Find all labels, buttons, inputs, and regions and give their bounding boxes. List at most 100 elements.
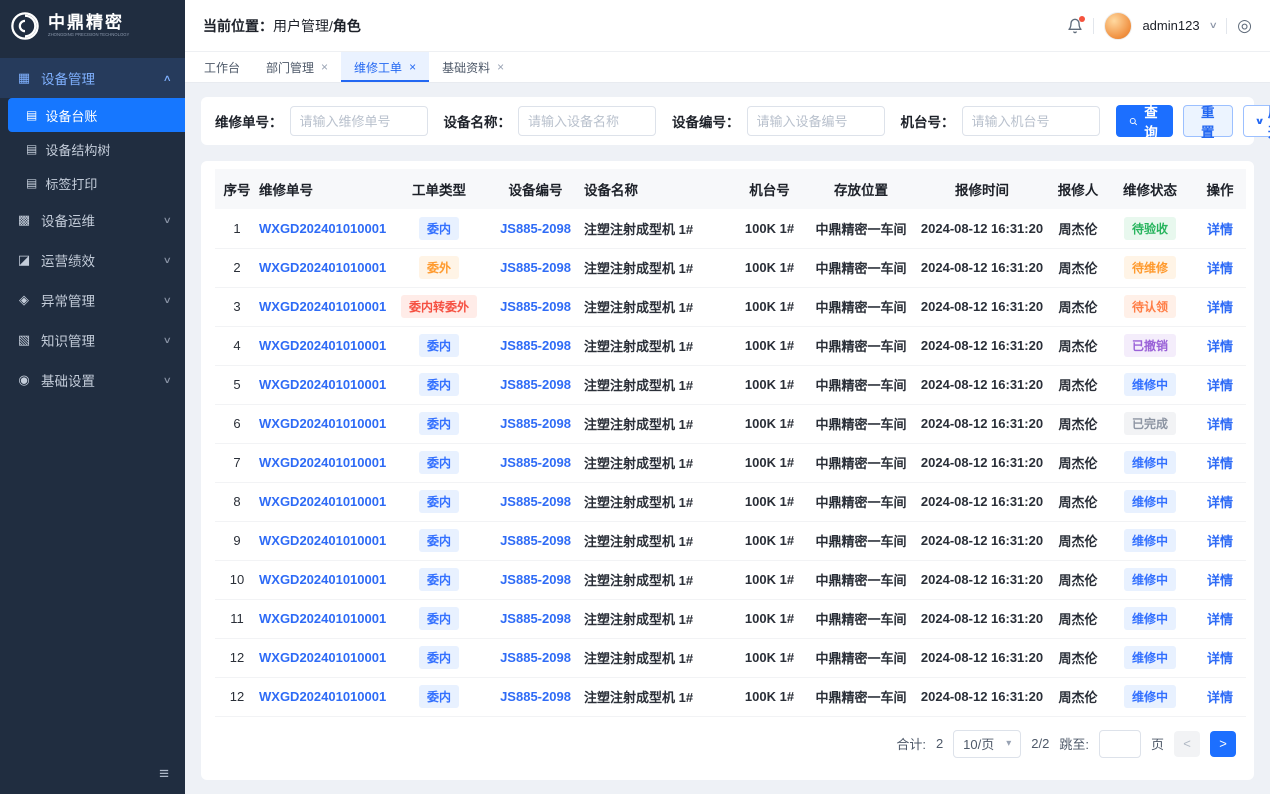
repair-status-cell: 维修中 xyxy=(1106,482,1194,521)
order-no-link[interactable]: WXGD202401010001 xyxy=(259,533,386,548)
monitor-icon: ▦ xyxy=(14,70,34,86)
device-no-cell: JS885-2098 xyxy=(487,521,584,560)
close-icon[interactable]: × xyxy=(321,60,328,74)
total-value: 2 xyxy=(936,736,943,751)
detail-link[interactable]: 详情 xyxy=(1207,573,1233,588)
filter-input-repair-order-no[interactable] xyxy=(290,106,428,136)
order-no-link[interactable]: WXGD202401010001 xyxy=(259,689,386,704)
machine-no-value: 100K 1# xyxy=(745,338,794,353)
sidebar-item-equipment-structure-tree[interactable]: ▤设备结构树 xyxy=(0,132,185,166)
device-no-value: JS885-2098 xyxy=(500,260,571,275)
filter-input-device-name[interactable] xyxy=(518,106,656,136)
location-cell: 中鼎精密一车间 xyxy=(808,326,914,365)
detail-link[interactable]: 详情 xyxy=(1207,339,1233,354)
next-page-button[interactable]: > xyxy=(1210,731,1236,757)
jump-page-input[interactable] xyxy=(1099,730,1141,758)
close-icon[interactable]: × xyxy=(409,60,416,74)
detail-link[interactable]: 详情 xyxy=(1207,378,1233,393)
order-no-link[interactable]: WXGD202401010001 xyxy=(259,260,386,275)
sidebar-item-equipment-ledger[interactable]: ▤设备台账 xyxy=(8,98,185,132)
tab-department-management[interactable]: 部门管理× xyxy=(253,52,341,82)
filter-label-machine-no: 机台号： xyxy=(901,111,955,131)
report-time-cell: 2024-08-12 16:31:20 xyxy=(914,326,1050,365)
sidebar-menu-equipment-operations[interactable]: ▩设备运维∨ xyxy=(0,200,185,240)
filter-input-machine-no[interactable] xyxy=(962,106,1100,136)
reporter-value: 周杰伦 xyxy=(1058,261,1097,276)
expand-button[interactable]: ∨ 展开 xyxy=(1243,105,1270,137)
filter-input-device-no[interactable] xyxy=(747,106,885,136)
page-size-select[interactable]: 10/页 ▾ xyxy=(953,730,1021,758)
tab-basic-data[interactable]: 基础资料× xyxy=(429,52,517,82)
machine-no-value: 100K 1# xyxy=(745,377,794,392)
detail-link[interactable]: 详情 xyxy=(1207,690,1233,705)
breadcrumb-label: 当前位置： xyxy=(203,18,273,34)
detail-link[interactable]: 详情 xyxy=(1207,300,1233,315)
order-no-link[interactable]: WXGD202401010001 xyxy=(259,572,386,587)
table-row: 1WXGD202401010001委内JS885-2098注塑注射成型机 1#1… xyxy=(215,209,1246,248)
detail-link[interactable]: 详情 xyxy=(1207,651,1233,666)
order-type-cell: 委内 xyxy=(391,443,487,482)
collapse-sidebar-icon[interactable]: ≡ xyxy=(159,764,169,784)
previous-page-button[interactable]: < xyxy=(1174,731,1200,757)
order-no-link[interactable]: WXGD202401010001 xyxy=(259,416,386,431)
machine-no-cell: 100K 1# xyxy=(731,209,808,248)
order-no-link[interactable]: WXGD202401010001 xyxy=(259,338,386,353)
search-button[interactable]: 查询 xyxy=(1116,105,1174,137)
tab-workbench[interactable]: 工作台 xyxy=(191,52,253,82)
device-name-cell: 注塑注射成型机 1# xyxy=(584,560,731,599)
device-no-value: JS885-2098 xyxy=(500,572,571,587)
username[interactable]: admin123 xyxy=(1142,18,1199,33)
reporter-value: 周杰伦 xyxy=(1058,612,1097,627)
tab-repair-work-order[interactable]: 维修工单× xyxy=(341,52,429,82)
sidebar-menu-knowledge-management[interactable]: ▧知识管理∨ xyxy=(0,320,185,360)
report-time-cell: 2024-08-12 16:31:20 xyxy=(914,677,1050,716)
reporter-cell: 周杰伦 xyxy=(1050,209,1106,248)
avatar[interactable] xyxy=(1104,12,1132,40)
sidebar-menu-basic-settings[interactable]: ◉基础设置∨ xyxy=(0,360,185,400)
detail-link[interactable]: 详情 xyxy=(1207,417,1233,432)
order-no-link[interactable]: WXGD202401010001 xyxy=(259,650,386,665)
table-row: 10WXGD202401010001委内JS885-2098注塑注射成型机 1#… xyxy=(215,560,1246,599)
device-name-value: 注塑注射成型机 1# xyxy=(584,690,693,705)
repair-status-badge: 维修中 xyxy=(1124,607,1176,630)
report-time-value: 2024-08-12 16:31:20 xyxy=(921,455,1043,470)
detail-link[interactable]: 详情 xyxy=(1207,495,1233,510)
menu-label: 异常管理 xyxy=(41,290,95,310)
machine-no-value: 100K 1# xyxy=(745,260,794,275)
target-icon[interactable]: ◎ xyxy=(1237,16,1252,36)
jump-label: 跳至: xyxy=(1059,734,1089,753)
reporter-cell: 周杰伦 xyxy=(1050,677,1106,716)
filter-label-device-name: 设备名称： xyxy=(444,111,512,131)
order-no-link[interactable]: WXGD202401010001 xyxy=(259,455,386,470)
reset-button[interactable]: 重置 xyxy=(1183,105,1233,137)
submenu-label: 标签打印 xyxy=(45,174,97,193)
detail-link[interactable]: 详情 xyxy=(1207,612,1233,627)
column-header: 维修状态 xyxy=(1106,169,1194,209)
device-no-cell: JS885-2098 xyxy=(487,248,584,287)
order-no-link[interactable]: WXGD202401010001 xyxy=(259,221,386,236)
reporter-cell: 周杰伦 xyxy=(1050,638,1106,677)
detail-link[interactable]: 详情 xyxy=(1207,261,1233,276)
order-no-link[interactable]: WXGD202401010001 xyxy=(259,299,386,314)
sidebar-menu-exception-management[interactable]: ◈异常管理∨ xyxy=(0,280,185,320)
detail-link[interactable]: 详情 xyxy=(1207,222,1233,237)
seq-value: 12 xyxy=(230,689,244,704)
filter-group-device-name: 设备名称： xyxy=(444,106,657,136)
order-no-link[interactable]: WXGD202401010001 xyxy=(259,494,386,509)
sidebar-menu-operation-performance[interactable]: ◪运营绩效∨ xyxy=(0,240,185,280)
report-time-value: 2024-08-12 16:31:20 xyxy=(921,299,1043,314)
sidebar-item-label-printing[interactable]: ▤标签打印 xyxy=(0,166,185,200)
sidebar-menu-equipment-management[interactable]: ▦设备管理∧ xyxy=(0,58,185,98)
notification-bell-icon[interactable] xyxy=(1067,18,1083,34)
order-no-link[interactable]: WXGD202401010001 xyxy=(259,611,386,626)
reporter-cell: 周杰伦 xyxy=(1050,248,1106,287)
chevron-down-icon[interactable]: ∨ xyxy=(1208,20,1217,31)
breadcrumb: 当前位置：用户管理/角色 xyxy=(203,16,361,36)
location-cell: 中鼎精密一车间 xyxy=(808,404,914,443)
close-icon[interactable]: × xyxy=(497,60,504,74)
repair-status-cell: 已完成 xyxy=(1106,404,1194,443)
order-type-cell: 委内 xyxy=(391,209,487,248)
order-no-link[interactable]: WXGD202401010001 xyxy=(259,377,386,392)
detail-link[interactable]: 详情 xyxy=(1207,534,1233,549)
detail-link[interactable]: 详情 xyxy=(1207,456,1233,471)
